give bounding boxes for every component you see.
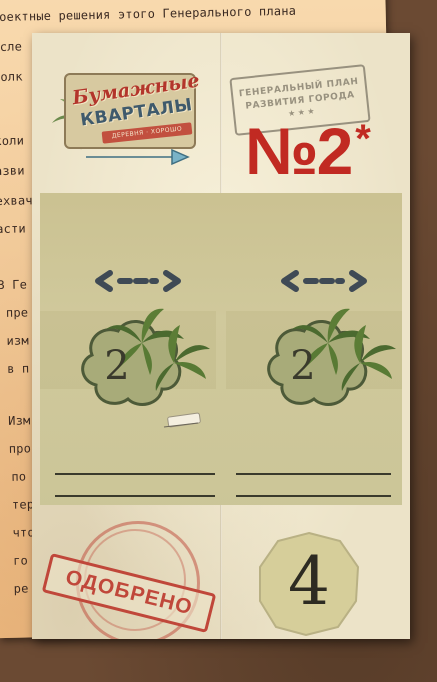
tile-value: 2: [290, 343, 316, 389]
doc-line: ре: [13, 581, 29, 596]
arrow-icon: [86, 148, 190, 166]
doc-line: ехвач: [0, 193, 33, 209]
doc-line: изм: [6, 333, 29, 348]
doc-line: тер: [11, 497, 35, 512]
plan-number-star: *: [355, 117, 371, 161]
doc-line: пре: [5, 305, 29, 320]
doc-line: асти: [0, 221, 27, 237]
plan-number: №2 *: [245, 113, 371, 189]
plan-half-left[interactable]: 2: [40, 193, 216, 505]
doc-line: го: [12, 553, 29, 568]
plan-card[interactable]: Бумажные КВАРТАЛЫ ДЕРЕВНЯ · ХОРОШО ГЕНЕР…: [32, 33, 410, 639]
game-logo: Бумажные КВАРТАЛЫ ДЕРЕВНЯ · ХОРОШО: [46, 51, 201, 171]
divider-line: [236, 473, 391, 475]
approved-stamp: ОДОБРЕНО: [41, 521, 217, 639]
reward-badge: 4: [256, 531, 362, 637]
doc-line: в п: [6, 361, 30, 376]
doc-line: роектные решения этого Генерального план…: [0, 3, 297, 25]
doc-line: В Ге: [0, 277, 28, 293]
doc-line: Изм: [8, 413, 31, 428]
doc-line: осле: [0, 39, 23, 55]
badge-value: 4: [288, 543, 330, 620]
doc-line: золк: [0, 69, 23, 85]
doc-line: про: [8, 441, 32, 456]
plan-half-right[interactable]: 2: [226, 193, 402, 505]
double-arrow-icon: [281, 270, 367, 292]
divider-line: [55, 473, 215, 475]
doc-line: по: [11, 469, 27, 484]
doc-line: коли: [0, 133, 25, 149]
double-arrow-icon: [95, 270, 181, 292]
tile-value: 2: [104, 343, 130, 389]
divider-line: [236, 495, 391, 497]
plan-number-text: №2: [245, 114, 353, 188]
plan-map: 2 2: [40, 193, 402, 505]
divider-line: [55, 495, 215, 497]
doc-line: азви: [0, 163, 25, 179]
